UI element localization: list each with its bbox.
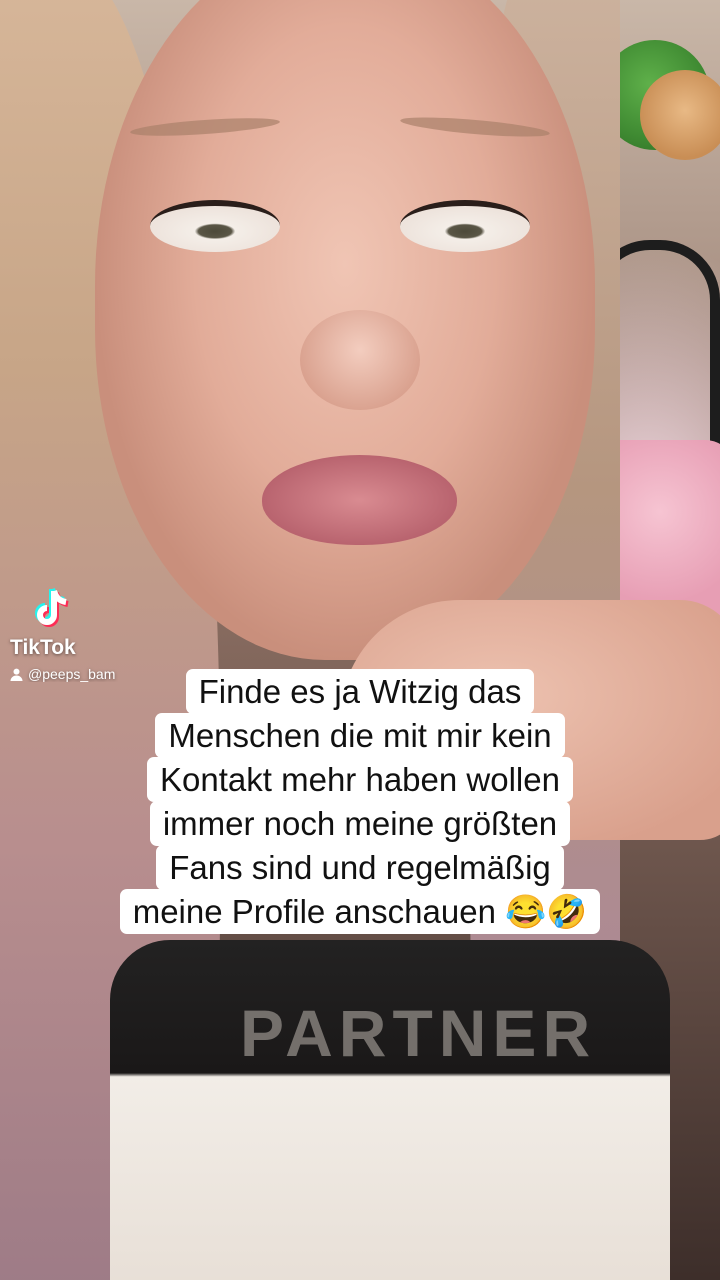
lips <box>262 455 457 545</box>
shirt-print-text: PARTNER <box>240 996 597 1070</box>
shirt <box>110 940 670 1280</box>
right-eye <box>400 200 530 252</box>
caption-line: meine Profile anschauen 😂🤣 <box>119 889 601 934</box>
tiktok-brand-label: TikTok <box>10 636 76 659</box>
left-eye <box>150 200 280 252</box>
tiktok-watermark: TikTok @peeps_bam <box>10 585 145 682</box>
caption-line: immer noch meine größten <box>149 801 571 846</box>
person-icon <box>10 668 23 681</box>
nose <box>300 310 420 410</box>
caption-text-overlay: Finde es ja Witzig das Menschen die mit … <box>60 669 660 934</box>
caption-line: Finde es ja Witzig das <box>185 669 535 714</box>
caption-line: Fans sind und regelmäßig <box>156 845 564 890</box>
tiktok-note-icon <box>35 588 69 627</box>
teddy-bear-plush <box>640 70 720 160</box>
caption-line: Menschen die mit mir kein <box>155 713 565 758</box>
caption-line: Kontakt mehr haben wollen <box>147 757 573 802</box>
